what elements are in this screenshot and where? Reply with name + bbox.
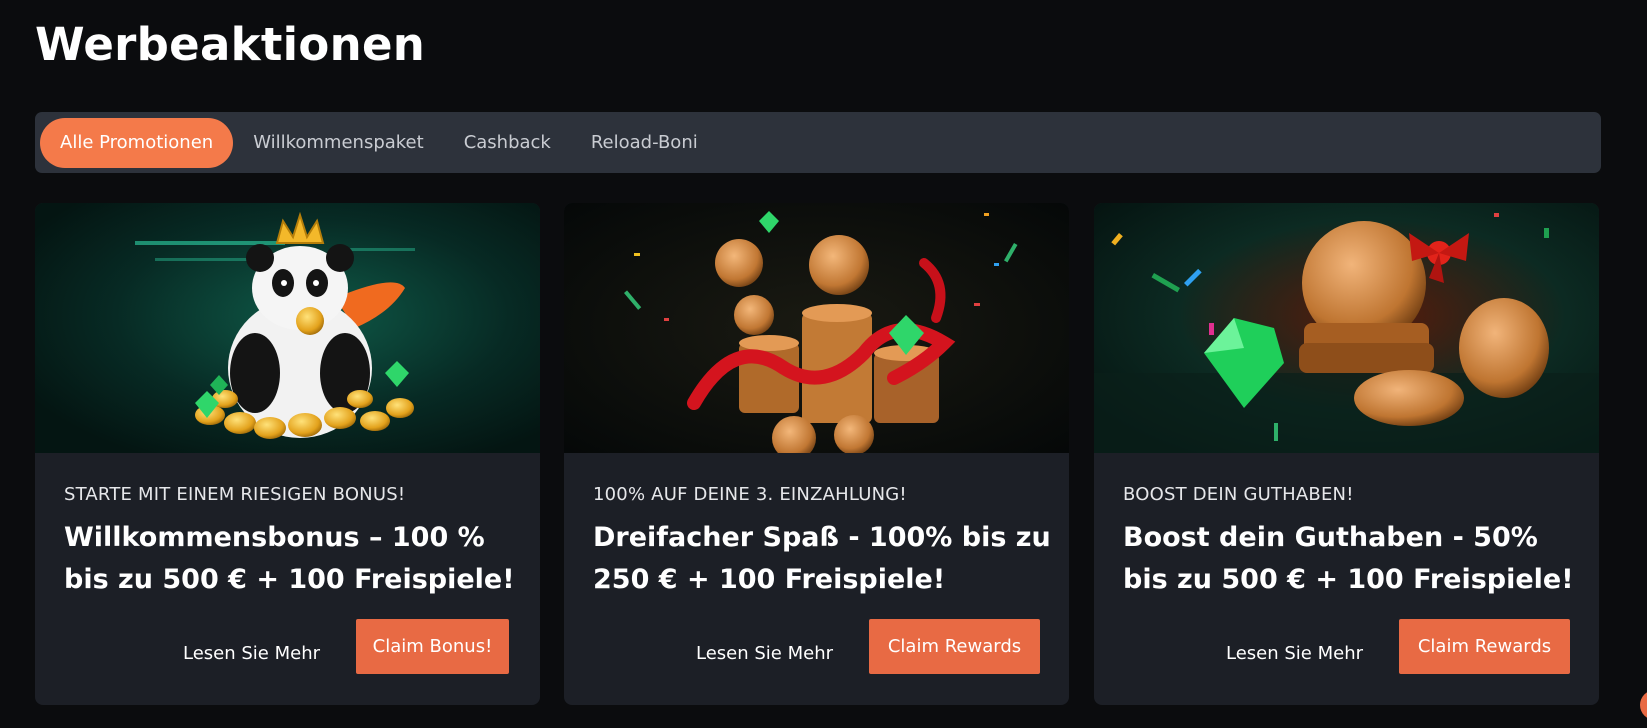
- tab-reload-boni[interactable]: Reload-Boni: [571, 118, 718, 168]
- card-subtitle: BOOST DEIN GUTHABEN!: [1123, 484, 1354, 505]
- panda-coins-image: [35, 203, 540, 453]
- claim-rewards-button[interactable]: Claim Rewards: [1399, 619, 1570, 674]
- read-more-link[interactable]: Lesen Sie Mehr: [1226, 626, 1363, 681]
- promo-card-third-deposit: 100% AUF DEINE 3. EINZAHLUNG! Dreifacher…: [564, 203, 1069, 705]
- promo-card-boost: BOOST DEIN GUTHABEN! Boost dein Guthaben…: [1094, 203, 1599, 705]
- read-more-link[interactable]: Lesen Sie Mehr: [696, 626, 833, 681]
- coin-stacks-image: [564, 203, 1069, 453]
- claim-rewards-button[interactable]: Claim Rewards: [869, 619, 1040, 674]
- claim-bonus-button[interactable]: Claim Bonus!: [356, 619, 509, 674]
- tab-cashback[interactable]: Cashback: [444, 118, 571, 168]
- card-title: Willkommensbonus – 100 % bis zu 500 € + …: [64, 522, 515, 595]
- card-subtitle: 100% AUF DEINE 3. EINZAHLUNG!: [593, 484, 907, 505]
- page-title: Werbeaktionen: [35, 18, 426, 71]
- card-subtitle: STARTE MIT EINEM RIESIGEN BONUS!: [64, 484, 406, 505]
- read-more-link[interactable]: Lesen Sie Mehr: [183, 626, 320, 681]
- promo-card-welcome: STARTE MIT EINEM RIESIGEN BONUS! Willkom…: [35, 203, 540, 705]
- floating-chat-button[interactable]: [1640, 690, 1647, 720]
- coins-bow-gem-image: [1094, 203, 1599, 453]
- promotion-tabs: Alle Promotionen Willkommenspaket Cashba…: [35, 112, 1601, 173]
- card-title: Boost dein Guthaben - 50% bis zu 500 € +…: [1123, 522, 1574, 595]
- tab-willkommenspaket[interactable]: Willkommenspaket: [233, 118, 444, 168]
- card-title: Dreifacher Spaß - 100% bis zu 250 € + 10…: [593, 522, 1051, 595]
- tab-alle-promotionen[interactable]: Alle Promotionen: [40, 117, 234, 168]
